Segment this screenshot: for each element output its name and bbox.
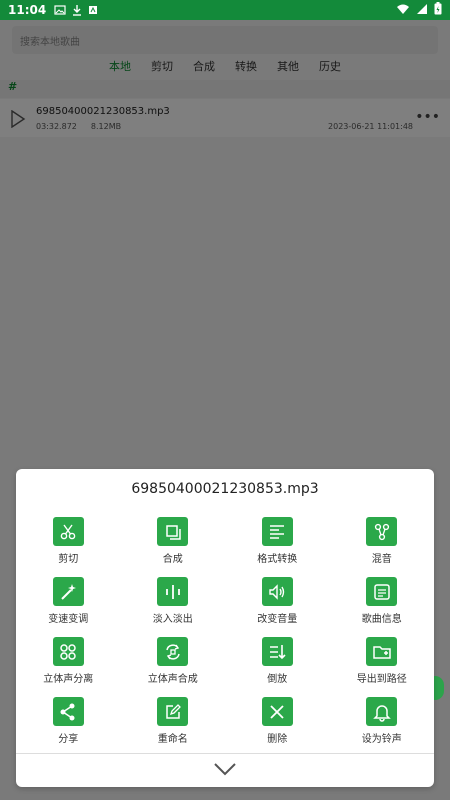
status-time: 11:04 xyxy=(8,3,47,17)
option-label: 剪切 xyxy=(58,554,79,565)
option-label: 导出到路径 xyxy=(356,674,407,685)
option-volume[interactable]: 改变音量 xyxy=(225,577,330,625)
share-icon xyxy=(60,703,75,720)
battery-icon xyxy=(434,2,442,15)
option-rename[interactable]: 重命名 xyxy=(121,697,226,745)
volume-icon xyxy=(269,583,285,600)
option-ringtone[interactable]: 设为铃声 xyxy=(330,697,435,745)
option-label: 混音 xyxy=(371,554,392,565)
download-icon xyxy=(73,5,82,16)
option-format-convert[interactable]: 格式转换 xyxy=(225,517,330,565)
option-song-info[interactable]: 歌曲信息 xyxy=(330,577,435,625)
option-fade[interactable]: 淡入淡出 xyxy=(121,577,226,625)
options-sheet: 69850400021230853.mp3 剪切 合成 格式转换 混音 变速变调… xyxy=(16,469,434,787)
sheet-divider xyxy=(16,753,434,754)
image-icon xyxy=(54,5,66,15)
scissors-icon xyxy=(60,524,76,539)
option-label: 删除 xyxy=(267,734,288,745)
merge-icon xyxy=(166,524,181,540)
signal-icon xyxy=(417,3,427,14)
delete-icon xyxy=(270,704,284,719)
chevron-down-icon xyxy=(214,763,236,776)
option-stereo-split[interactable]: 立体声分离 xyxy=(16,637,121,685)
app-icon xyxy=(89,6,98,14)
option-export[interactable]: 导出到路径 xyxy=(330,637,435,685)
option-cut[interactable]: 剪切 xyxy=(16,517,121,565)
fade-icon xyxy=(165,584,180,599)
option-reverse[interactable]: 倒放 xyxy=(225,637,330,685)
option-label: 格式转换 xyxy=(257,554,298,565)
option-label: 设为铃声 xyxy=(361,734,402,745)
stereo-split-icon xyxy=(60,643,76,660)
sheet-title: 69850400021230853.mp3 xyxy=(131,481,319,497)
status-bar: 11:04 xyxy=(0,0,450,20)
format-convert-icon xyxy=(270,524,285,539)
option-speed-pitch[interactable]: 变速变调 xyxy=(16,577,121,625)
option-stereo-merge[interactable]: 立体声合成 xyxy=(121,637,226,685)
wifi-icon xyxy=(397,4,409,14)
reverse-icon xyxy=(270,644,286,659)
export-folder-icon xyxy=(373,645,391,659)
magic-wand-icon xyxy=(61,583,77,600)
collapse-button[interactable] xyxy=(211,757,239,781)
options-grid: 剪切 合成 格式转换 混音 变速变调 淡入淡出 改变音量 歌曲信息 立体声分离 … xyxy=(16,517,434,745)
option-label: 合成 xyxy=(162,554,183,565)
option-merge[interactable]: 合成 xyxy=(121,517,226,565)
option-share[interactable]: 分享 xyxy=(16,697,121,745)
ringtone-icon xyxy=(372,704,391,722)
mix-icon xyxy=(374,523,389,540)
option-label: 变速变调 xyxy=(48,614,89,625)
option-label: 改变音量 xyxy=(257,614,298,625)
stereo-merge-icon xyxy=(166,643,180,660)
option-label: 立体声合成 xyxy=(147,674,198,685)
option-label: 歌曲信息 xyxy=(361,614,402,625)
option-label: 重命名 xyxy=(157,734,188,745)
option-label: 淡入淡出 xyxy=(152,614,193,625)
option-label: 分享 xyxy=(58,734,79,745)
info-icon xyxy=(374,583,390,600)
option-label: 倒放 xyxy=(267,674,288,685)
rename-icon xyxy=(166,703,181,719)
option-delete[interactable]: 删除 xyxy=(225,697,330,745)
option-label: 立体声分离 xyxy=(43,674,94,685)
option-mix[interactable]: 混音 xyxy=(330,517,435,565)
